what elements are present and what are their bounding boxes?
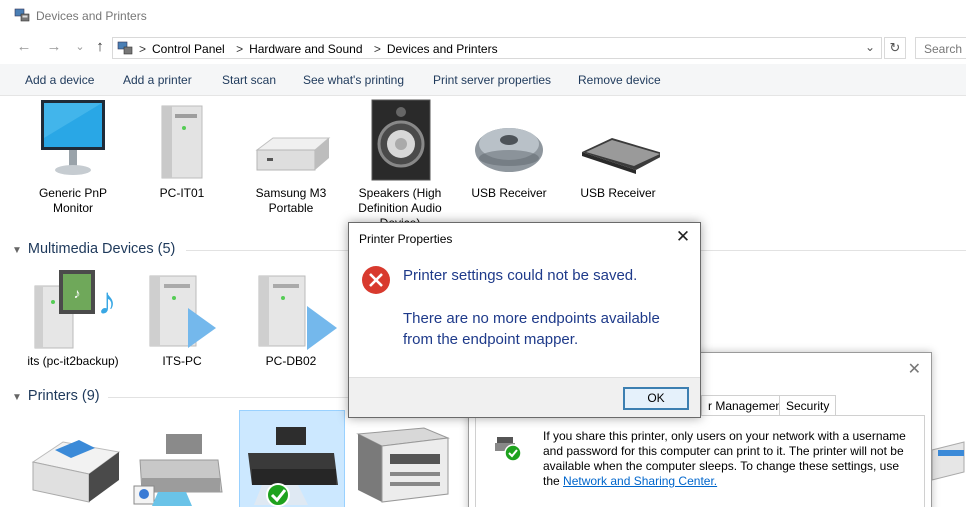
printer-item[interactable] <box>350 412 450 507</box>
group-title: Printers (9) <box>27 388 100 404</box>
window-title: Devices and Printers <box>36 9 147 23</box>
recent-locations-chevron-icon[interactable]: ⌄ <box>70 37 90 57</box>
forward-arrow-icon[interactable]: → <box>44 37 64 57</box>
device-label: Samsung M3 Portable <box>255 186 327 215</box>
device-label: USB Receiver <box>580 186 656 200</box>
devices-printers-icon <box>14 8 30 22</box>
dialog-title: Printer Properties <box>359 232 453 246</box>
up-arrow-icon[interactable]: ↑ <box>90 37 110 57</box>
device-label: Generic PnP Monitor <box>38 186 108 215</box>
multimedia-item[interactable]: ♪ ♪ its (pc-it2backup) <box>23 266 123 369</box>
printer-icon <box>931 441 965 481</box>
add-printer-button[interactable]: Add a printer <box>123 73 192 87</box>
multimedia-item[interactable]: ITS-PC <box>132 266 232 369</box>
dialog-close-icon[interactable]: ✕ <box>674 227 692 247</box>
back-arrow-icon[interactable]: ← <box>14 37 34 57</box>
printer-item-selected[interactable] <box>239 410 345 507</box>
sharing-info-text: If you share this printer, only users on… <box>543 429 919 489</box>
error-icon <box>362 266 390 294</box>
printer-icon <box>133 434 223 506</box>
command-bar: Add a device Add a printer Start scan Se… <box>0 64 966 96</box>
device-item[interactable]: Generic PnP Monitor <box>23 98 123 216</box>
navigation-bar: ← → ⌄ ↑ > Control Panel > Hardware and Sou… <box>0 34 966 62</box>
device-item[interactable]: USB Receiver <box>459 98 559 201</box>
svg-text:♪: ♪ <box>98 281 117 323</box>
search-input[interactable]: Search D <box>915 37 966 59</box>
device-label: its (pc-it2backup) <box>27 354 119 368</box>
printer-icon <box>356 427 450 503</box>
refresh-button[interactable]: ↻ <box>884 37 906 59</box>
printer-properties-error-dialog: Printer Properties ✕ Printer settings co… <box>348 222 701 418</box>
tower-pc-icon <box>161 105 203 179</box>
dialog-footer: OK <box>349 377 700 417</box>
collapse-chevron-icon[interactable]: ▼ <box>12 392 22 403</box>
error-detail: There are no more endpoints available fr… <box>403 310 660 348</box>
media-pc-icon <box>149 275 216 348</box>
shared-printer-icon <box>495 437 522 462</box>
device-item[interactable]: PC-IT01 <box>132 98 232 201</box>
breadcrumb: > Control Panel > Hardware and Sound > Devi… <box>137 42 504 56</box>
media-server-icon: ♪ ♪ <box>34 270 117 349</box>
print-server-properties-button[interactable]: Print server properties <box>433 73 551 87</box>
monitor-icon <box>41 100 105 175</box>
close-icon[interactable]: ✕ <box>908 359 921 379</box>
svg-text:♪: ♪ <box>74 285 81 301</box>
external-drive-icon <box>255 137 331 171</box>
breadcrumb-separator-icon[interactable]: > <box>236 42 243 56</box>
printer-item[interactable] <box>23 412 123 507</box>
printer-icon <box>248 427 338 507</box>
network-and-sharing-center-link[interactable]: Network and Sharing Center. <box>563 474 717 488</box>
breadcrumb-hardware-and-sound[interactable]: Hardware and Sound <box>249 42 362 56</box>
tab-security[interactable]: Security <box>779 395 837 415</box>
device-label: PC-IT01 <box>159 186 205 200</box>
group-title: Multimedia Devices (5) <box>27 241 176 257</box>
printer-icon <box>31 440 121 503</box>
error-message: Printer settings could not be saved. <box>403 267 638 284</box>
keyboard-icon <box>582 138 660 174</box>
devices-and-printers-window: Devices and Printers ← → ⌄ ↑ > Control Pa… <box>0 0 966 507</box>
device-label: PC-DB02 <box>265 354 317 368</box>
breadcrumb-separator-icon[interactable]: > <box>374 42 381 56</box>
device-label: USB Receiver <box>471 186 547 200</box>
ok-button[interactable]: OK <box>623 387 689 410</box>
see-whats-printing-button[interactable]: See what's printing <box>303 73 404 87</box>
device-label: ITS-PC <box>162 354 202 368</box>
printer-item[interactable] <box>132 412 232 507</box>
start-scan-button[interactable]: Start scan <box>222 73 276 87</box>
remove-device-button[interactable]: Remove device <box>578 73 661 87</box>
media-pc-icon <box>258 275 337 350</box>
device-item[interactable]: Samsung M3 Portable <box>241 98 341 216</box>
multimedia-group-header[interactable]: ▼ Multimedia Devices (5) <box>12 241 175 257</box>
mouse-icon <box>475 128 543 172</box>
device-item[interactable]: Speakers (High Definition Audio Device) <box>350 98 450 231</box>
breadcrumb-control-panel[interactable]: Control Panel <box>152 42 225 56</box>
address-dropdown-chevron-icon[interactable]: ⌄ <box>865 40 875 54</box>
add-device-button[interactable]: Add a device <box>25 73 94 87</box>
breadcrumb-devices-and-printers[interactable]: Devices and Printers <box>387 42 498 56</box>
breadcrumb-separator-icon[interactable]: > <box>139 42 146 56</box>
collapse-chevron-icon[interactable]: ▼ <box>12 245 22 256</box>
printers-group-header[interactable]: ▼ Printers (9) <box>12 388 100 404</box>
multimedia-item[interactable]: PC-DB02 <box>241 266 341 369</box>
device-item[interactable]: USB Receiver <box>568 98 668 201</box>
title-bar: Devices and Printers <box>0 0 966 32</box>
address-bar[interactable]: > Control Panel > Hardware and Sound > Devi… <box>112 37 882 59</box>
speaker-icon <box>371 99 431 181</box>
group-divider <box>108 397 348 398</box>
devices-printers-icon <box>117 41 133 55</box>
